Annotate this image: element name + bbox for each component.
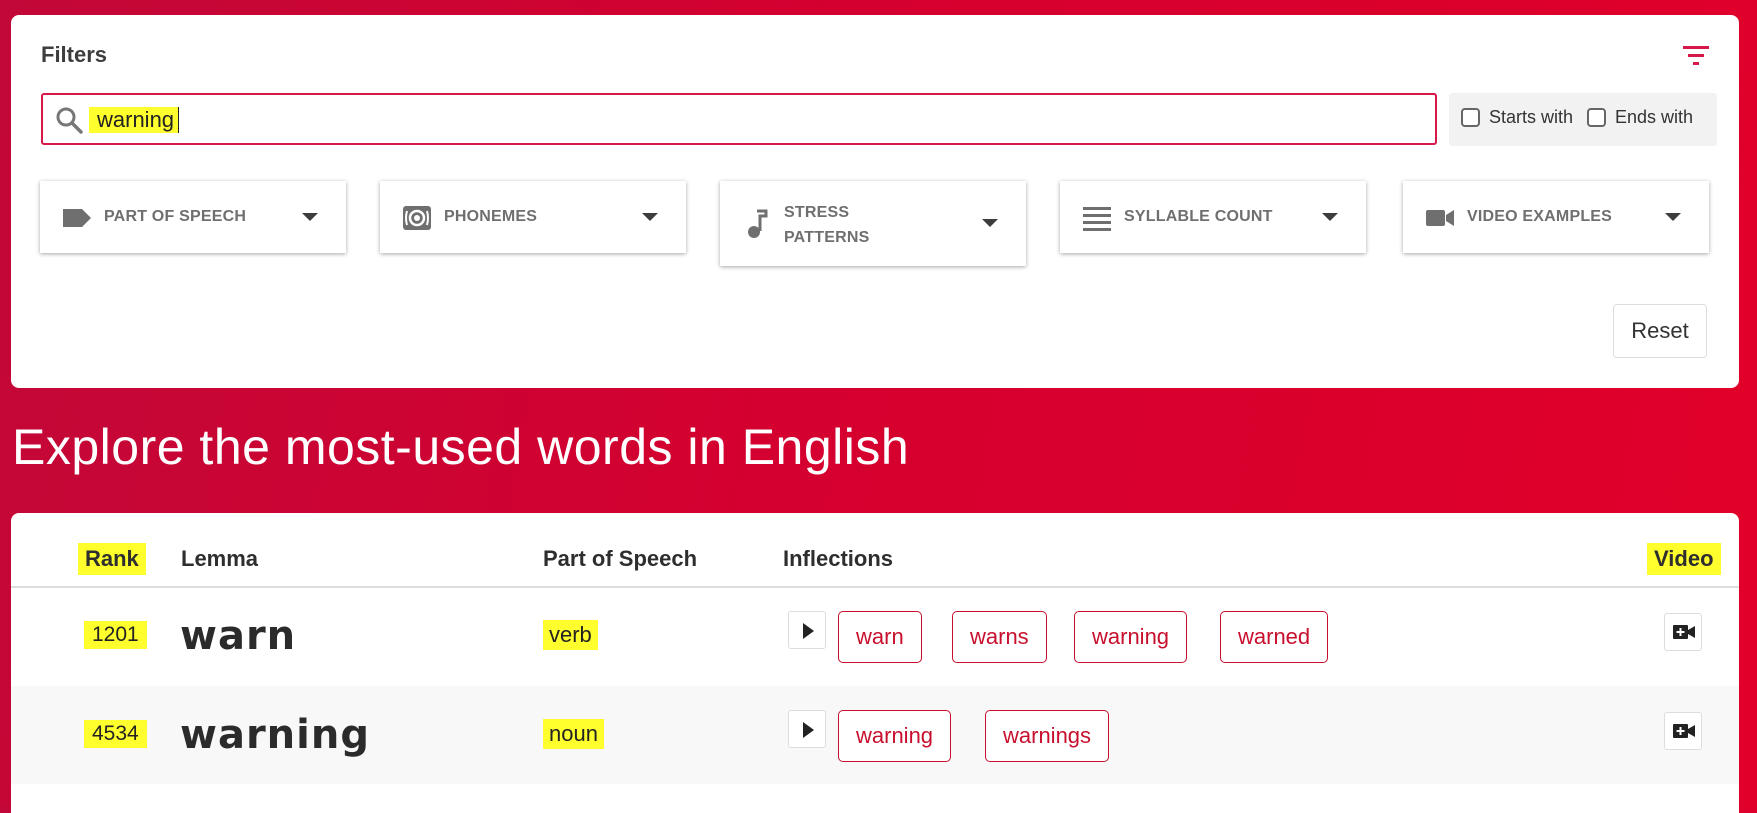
header-part-of-speech[interactable]: Part of Speech bbox=[536, 543, 704, 575]
inflection-pill[interactable]: warning bbox=[838, 710, 952, 762]
filters-panel: Filters warning Starts with Ends with PA… bbox=[11, 15, 1739, 388]
header-lemma[interactable]: Lemma bbox=[174, 543, 265, 575]
reset-button[interactable]: Reset bbox=[1613, 304, 1707, 358]
starts-with-label: Starts with bbox=[1489, 107, 1574, 127]
row-lemma[interactable]: warning bbox=[180, 712, 370, 758]
row-part-of-speech: verb bbox=[543, 620, 598, 650]
starts-with-checkbox[interactable]: Starts with bbox=[1461, 107, 1573, 128]
header-inflections: Inflections bbox=[783, 546, 894, 571]
header-video: Video bbox=[1647, 543, 1721, 575]
word-table: Rank Lemma Part of Speech Inflections Vi… bbox=[11, 513, 1739, 813]
row-part-of-speech: noun bbox=[543, 719, 604, 749]
video-camera-icon bbox=[1426, 210, 1454, 226]
part-of-speech-dropdown[interactable]: PART OF SPEECH bbox=[40, 181, 346, 253]
header-rank[interactable]: Rank bbox=[78, 543, 146, 575]
chevron-down-icon bbox=[1322, 213, 1338, 221]
video-examples-dropdown[interactable]: VIDEO EXAMPLES bbox=[1403, 181, 1709, 253]
video-button[interactable] bbox=[1664, 712, 1702, 750]
match-options: Starts with Ends with bbox=[1449, 93, 1717, 146]
play-button[interactable] bbox=[788, 710, 826, 748]
video-button[interactable] bbox=[1664, 613, 1702, 651]
video-camera-icon bbox=[1673, 625, 1695, 639]
table-row: 4534 warning noun warning warnings bbox=[11, 686, 1739, 784]
filters-title: Filters bbox=[41, 42, 108, 67]
dropdown-label: SYLLABLE COUNT bbox=[1124, 208, 1273, 225]
inflection-pill[interactable]: warns bbox=[952, 611, 1047, 663]
ends-with-checkbox[interactable]: Ends with bbox=[1587, 107, 1693, 128]
phoneme-icon bbox=[403, 206, 431, 230]
phonemes-dropdown[interactable]: PHONEMES bbox=[380, 181, 686, 253]
video-camera-icon bbox=[1673, 724, 1695, 738]
table-row: 1201 warn verb warn warns warning warned bbox=[11, 588, 1739, 686]
tag-icon bbox=[63, 209, 91, 227]
ends-with-label: Ends with bbox=[1615, 107, 1694, 127]
dropdown-label: PART OF SPEECH bbox=[104, 208, 247, 225]
dropdown-label: VIDEO EXAMPLES bbox=[1467, 208, 1613, 225]
chevron-down-icon bbox=[1665, 213, 1681, 221]
inflection-pill[interactable]: warnings bbox=[985, 710, 1110, 762]
search-row: warning Starts with Ends with bbox=[41, 93, 1726, 148]
checkbox-icon bbox=[1461, 108, 1480, 127]
search-icon bbox=[56, 107, 83, 134]
filter-icon[interactable] bbox=[1681, 42, 1711, 68]
inflection-pill[interactable]: warning bbox=[1074, 611, 1188, 663]
row-rank: 1201 bbox=[84, 621, 147, 649]
play-button[interactable] bbox=[788, 611, 826, 649]
syllable-count-dropdown[interactable]: SYLLABLE COUNT bbox=[1060, 181, 1366, 253]
music-note-icon bbox=[748, 209, 768, 238]
checkbox-icon bbox=[1587, 108, 1606, 127]
chevron-down-icon bbox=[642, 213, 658, 221]
row-lemma[interactable]: warn bbox=[180, 613, 296, 659]
lines-icon bbox=[1083, 207, 1111, 231]
chevron-down-icon bbox=[302, 213, 318, 221]
search-value: warning bbox=[89, 107, 180, 133]
row-rank: 4534 bbox=[84, 720, 147, 748]
stress-patterns-dropdown[interactable]: STRESS PATTERNS bbox=[720, 181, 1026, 266]
dropdown-label: STRESS PATTERNS bbox=[784, 204, 870, 246]
inflection-pill[interactable]: warn bbox=[838, 611, 922, 663]
chevron-down-icon bbox=[982, 219, 998, 227]
search-input[interactable]: warning bbox=[41, 93, 1437, 145]
inflection-pill[interactable]: warned bbox=[1220, 611, 1329, 663]
page-headline: Explore the most-used words in English bbox=[12, 419, 910, 475]
dropdown-label: PHONEMES bbox=[444, 208, 538, 225]
